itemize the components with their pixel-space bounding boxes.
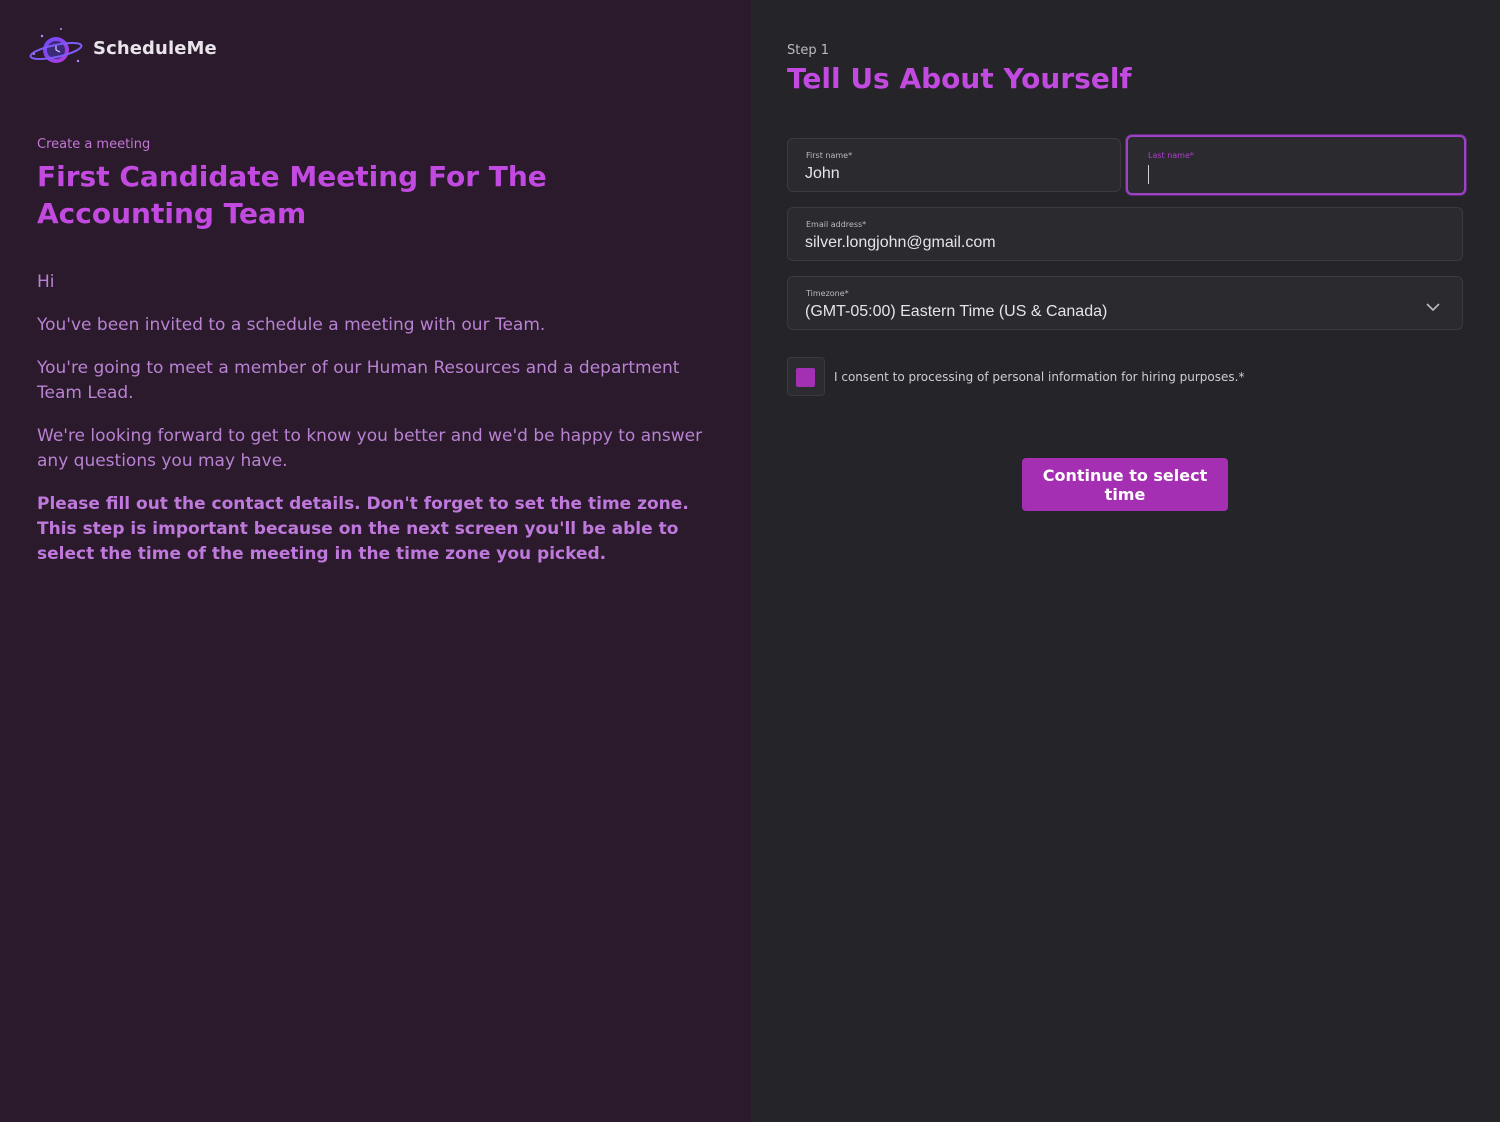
- brand-logo[interactable]: ScheduleMe: [28, 26, 217, 70]
- form-title: Tell Us About Yourself: [787, 62, 1132, 95]
- email-field[interactable]: Email address* silver.longjohn@gmail.com: [787, 207, 1463, 261]
- create-meeting-label: Create a meeting: [37, 137, 151, 152]
- contact-form-panel: Step 1 Tell Us About Yourself First name…: [751, 0, 1500, 1122]
- meet-info-text: You're going to meet a member of our Hum…: [37, 358, 680, 403]
- meeting-title: First Candidate Meeting For The Accounti…: [37, 160, 547, 230]
- step-label: Step 1: [787, 43, 830, 58]
- greeting-text: Hi: [37, 272, 55, 292]
- consent-checkbox[interactable]: [796, 368, 815, 387]
- meeting-info-panel: ScheduleMe Create a meeting First Candid…: [0, 0, 751, 1122]
- invite-text: You've been invited to a schedule a meet…: [37, 315, 546, 335]
- timezone-label: Timezone*: [806, 289, 849, 298]
- consent-label[interactable]: I consent to processing of personal info…: [834, 370, 1244, 384]
- meeting-description: Hi You've been invited to a schedule a m…: [37, 270, 727, 585]
- text-caret: [1148, 165, 1149, 184]
- chevron-down-icon[interactable]: [1426, 297, 1440, 316]
- continue-button[interactable]: Continue to select time: [1022, 458, 1228, 511]
- email-label: Email address*: [806, 220, 867, 229]
- brand-name: ScheduleMe: [93, 37, 217, 59]
- timezone-select[interactable]: Timezone* (GMT-05:00) Eastern Time (US &…: [787, 276, 1463, 330]
- email-input[interactable]: silver.longjohn@gmail.com: [805, 234, 996, 252]
- consent-checkbox-wrapper[interactable]: [787, 357, 825, 396]
- last-name-label: Last name*: [1148, 151, 1194, 160]
- looking-forward-text: We're looking forward to get to know you…: [37, 426, 703, 471]
- first-name-field[interactable]: First name* John: [787, 138, 1121, 192]
- instructions-text: Please fill out the contact details. Don…: [37, 494, 689, 564]
- first-name-input[interactable]: John: [805, 165, 840, 183]
- timezone-value: (GMT-05:00) Eastern Time (US & Canada): [805, 303, 1108, 320]
- first-name-label: First name*: [806, 151, 853, 160]
- planet-clock-logo-icon: [28, 26, 84, 70]
- last-name-field[interactable]: Last name*: [1126, 135, 1466, 195]
